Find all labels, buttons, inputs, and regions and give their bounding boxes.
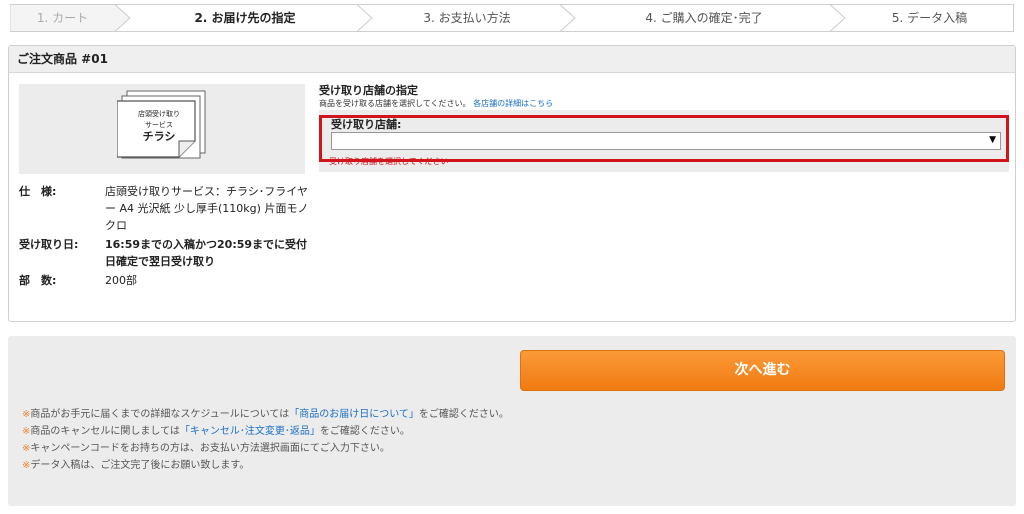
flyer-line1: 店頭受け取り xyxy=(138,110,180,118)
flyer-text: 店頭受け取り サービス チラシ xyxy=(117,109,201,142)
store-details-link[interactable]: 各店舗の詳細はこちら xyxy=(473,99,553,108)
note-text: をご確認ください。 xyxy=(418,409,509,420)
notes: ※商品がお手元に届くまでの詳細なスケジュールについては「商品のお届け日について」… xyxy=(22,406,509,474)
note-schedule: ※商品がお手元に届くまでの詳細なスケジュールについては「商品のお届け日について」… xyxy=(22,406,509,423)
order-panel: ご注文商品 #01 店頭受け取り サービス チラシ 仕 様: 店頭受け取りサービ… xyxy=(8,45,1016,322)
store-title: 受け取り店舗の指定 xyxy=(319,84,418,97)
note-text: 商品がお手元に届くまでの詳細なスケジュールについては xyxy=(30,409,290,420)
step-cart[interactable]: 1. カート xyxy=(10,4,115,32)
step-payment: 3. お支払い方法 xyxy=(423,11,511,25)
step-upload: 5. データ入稿 xyxy=(891,11,968,25)
store-desc-text: 商品を受け取る店舗を選択してください。 xyxy=(319,99,471,108)
checkout-steps: 1. カート 2. お届け先の指定 3. お支払い方法 4. ご購入の確定･完了… xyxy=(10,4,1014,32)
next-button[interactable]: 次へ進む xyxy=(520,350,1005,391)
spec-row: 仕 様: 店頭受け取りサービス：チラシ･フライヤー A4 光沢紙 少し厚手(11… xyxy=(19,183,319,233)
note-text: をご確認ください。 xyxy=(319,426,410,437)
quantity-value: 200部 xyxy=(105,274,137,287)
cancel-policy-link[interactable]: 「キャンセル･注文変更･返品」 xyxy=(180,426,320,437)
pickup-label: 受け取り日: xyxy=(19,238,79,251)
note-text: データ入稿は、ご注文完了後にお願い致します。 xyxy=(30,460,250,471)
flyer-icon: 店頭受け取り サービス チラシ xyxy=(116,89,207,169)
product-image: 店頭受け取り サービス チラシ xyxy=(19,84,305,174)
pickup-row: 受け取り日: 16:59までの入稿かつ20:59までに受付日確定で翌日受け取り xyxy=(19,236,319,272)
note-cancel: ※商品のキャンセルに関しましては「キャンセル･注文変更･返品」をご確認ください。 xyxy=(22,423,509,440)
order-header: ご注文商品 #01 xyxy=(9,46,1015,73)
note-upload: ※データ入稿は、ご注文完了後にお願い致します。 xyxy=(22,457,509,474)
quantity-row: 部 数: 200部 xyxy=(19,272,319,290)
pickup-value: 16:59までの入稿かつ20:59までに受付日確定で翌日受け取り xyxy=(105,238,308,268)
note-text: キャンペーンコードをお持ちの方は、お支払い方法選択画面にてご入力下さい。 xyxy=(30,443,390,454)
note-text: 商品のキャンセルに関しましては xyxy=(30,426,180,437)
store-desc: 商品を受け取る店舗を選択してください。 各店舗の詳細はこちら xyxy=(319,98,1009,110)
flyer-line3: チラシ xyxy=(142,130,176,143)
spec-label: 仕 様: xyxy=(19,185,57,198)
step-delivery: 2. お届け先の指定 xyxy=(194,11,296,25)
delivery-date-link[interactable]: 「商品のお届け日について」 xyxy=(289,409,419,420)
store-select-highlight xyxy=(319,115,1009,162)
spec-value: 店頭受け取りサービス：チラシ･フライヤー A4 光沢紙 少し厚手(110kg) … xyxy=(105,185,309,232)
quantity-label: 部 数: xyxy=(19,274,57,287)
step-confirm: 4. ご購入の確定･完了 xyxy=(645,11,763,25)
note-campaign: ※キャンペーンコードをお持ちの方は、お支払い方法選択画面にてご入力下さい。 xyxy=(22,440,509,457)
bottom-panel: 次へ進む ※商品がお手元に届くまでの詳細なスケジュールについては「商品のお届け日… xyxy=(8,336,1016,506)
